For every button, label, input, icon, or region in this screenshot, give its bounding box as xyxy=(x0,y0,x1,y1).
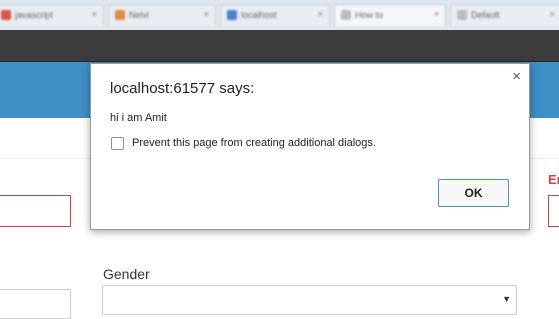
close-tab-icon[interactable]: × xyxy=(204,9,209,19)
alert-dialog: localhost:61577 says: × hi i am Amit Pre… xyxy=(90,63,530,230)
browser-tab[interactable]: javascript × xyxy=(0,4,104,26)
favicon-icon xyxy=(457,10,467,20)
tab-label: How to xyxy=(355,10,384,20)
tab-label: Default xyxy=(471,10,500,20)
prevent-dialogs-checkbox[interactable] xyxy=(111,137,124,150)
browser-tab[interactable]: localhost × xyxy=(220,4,330,26)
browser-tab[interactable]: Nelvi × xyxy=(108,4,216,26)
dialog-message: hi i am Amit xyxy=(110,112,167,124)
browser-tab[interactable]: Default × xyxy=(450,4,559,26)
close-icon[interactable]: × xyxy=(512,69,521,84)
close-tab-icon[interactable]: × xyxy=(550,9,555,19)
tab-label: Nelvi xyxy=(129,10,150,20)
browser-tab-active[interactable]: How to × xyxy=(334,4,446,26)
close-tab-icon[interactable]: × xyxy=(92,9,97,19)
ok-button[interactable]: OK xyxy=(438,179,509,207)
favicon-icon xyxy=(1,10,11,20)
gender-label: Gender xyxy=(103,266,150,282)
dropdown-arrow-icon: ▼ xyxy=(502,294,511,304)
browser-toolbar xyxy=(0,30,559,62)
favicon-icon xyxy=(115,10,125,20)
text-field-error[interactable] xyxy=(0,195,71,227)
tab-label: javascript xyxy=(15,10,54,20)
prevent-dialogs-label[interactable]: Prevent this page from creating addition… xyxy=(132,137,376,149)
favicon-icon xyxy=(341,10,351,20)
browser-tab-strip: javascript × Nelvi × localhost × How to … xyxy=(0,0,559,30)
close-tab-icon[interactable]: × xyxy=(318,9,323,19)
favicon-icon xyxy=(227,10,237,20)
text-field[interactable] xyxy=(0,289,71,319)
text-field-error[interactable] xyxy=(548,195,559,227)
dialog-title: localhost:61577 says: xyxy=(110,80,255,97)
tab-label: localhost xyxy=(241,10,277,20)
field-label-error: En xyxy=(548,172,559,187)
close-tab-icon[interactable]: × xyxy=(434,9,439,19)
